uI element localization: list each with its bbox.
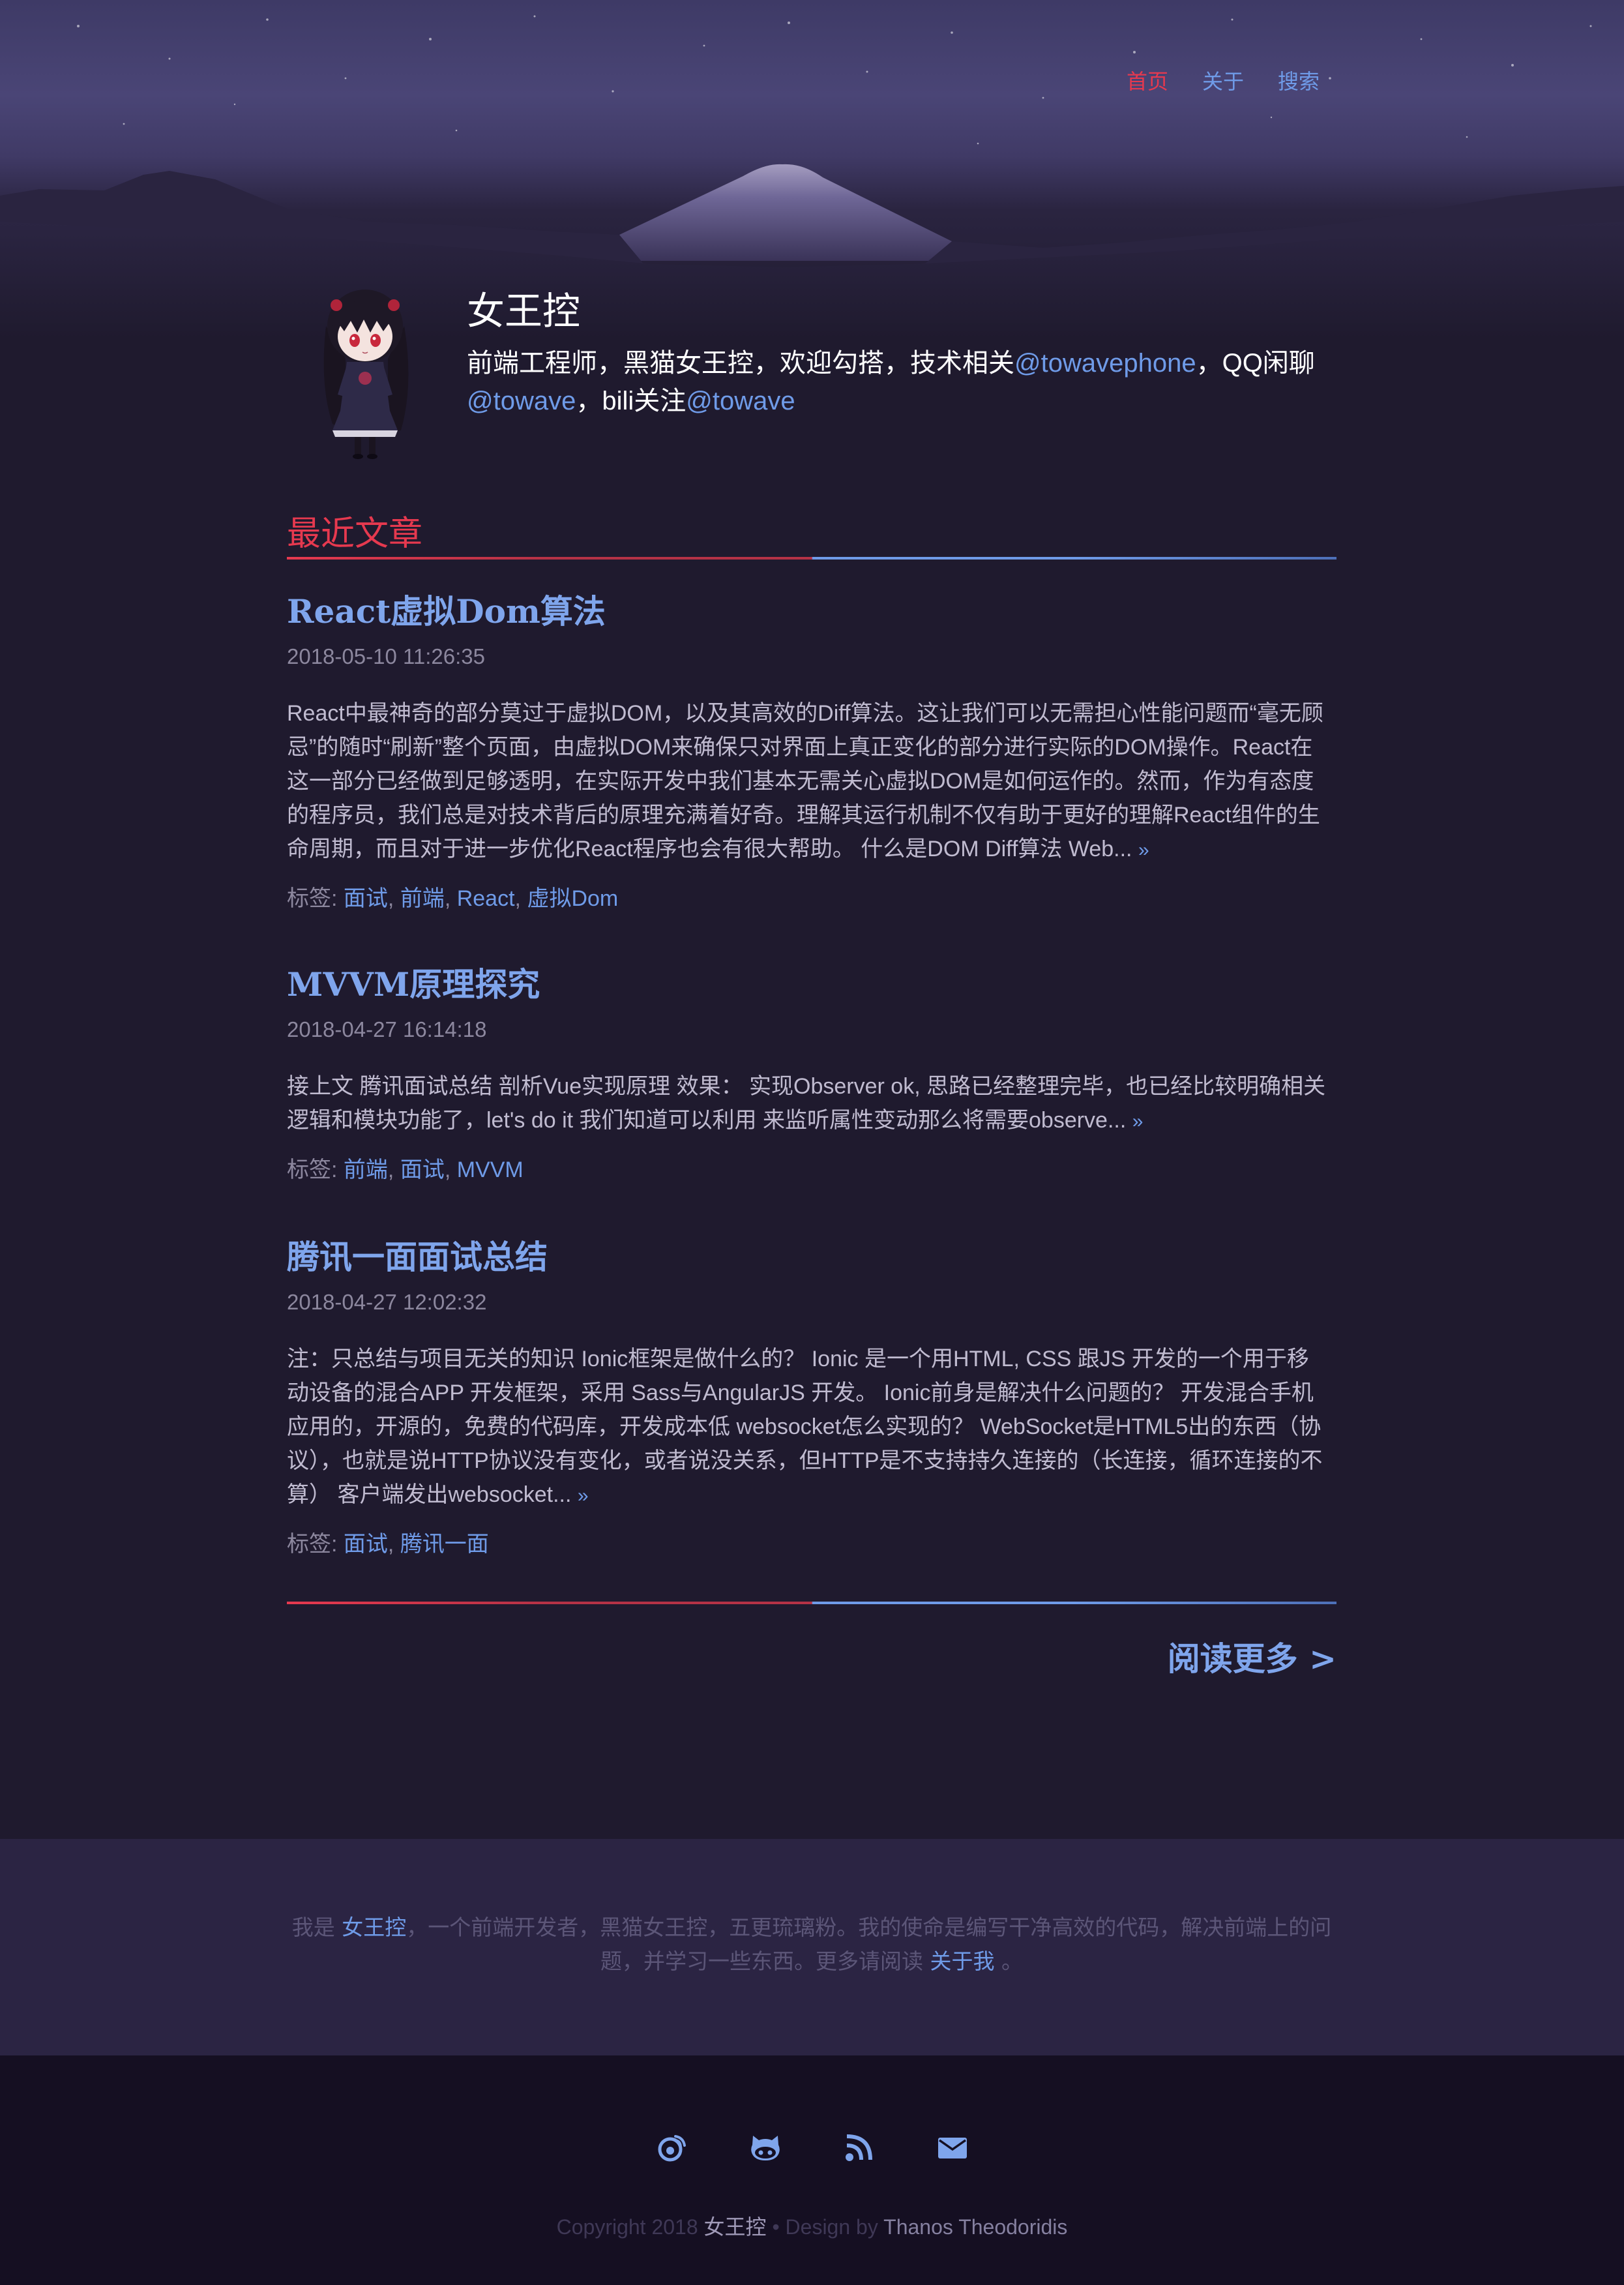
tag-link[interactable]: 面试 bbox=[344, 1532, 388, 1557]
copyright: Copyright 2018 女王控 • Design by Thanos Th… bbox=[0, 2211, 1624, 2241]
section-divider-top bbox=[287, 557, 1336, 560]
post-item: 腾讯一面面试总结 2018-04-27 12:02:32 注：只总结与项目无关的… bbox=[287, 1231, 1330, 1558]
tags-label: 标签: bbox=[287, 1157, 344, 1182]
post-item: React虚拟Dom算法 2018-05-10 11:26:35 React中最… bbox=[287, 586, 1330, 912]
about-footer: 我是 女王控，一个前端开发者，黑猫女王控，五更琉璃粉。我的使命是编写干净高效的代… bbox=[0, 1839, 1624, 2055]
post-title-link[interactable]: 腾讯一面面试总结 bbox=[287, 1231, 1330, 1278]
nav-item-about[interactable]: 关于 bbox=[1202, 65, 1244, 95]
post-title-link[interactable]: React虚拟Dom算法 bbox=[287, 586, 1330, 633]
about-me-link[interactable]: 关于我 bbox=[930, 1949, 995, 1974]
profile-name: 女王控 bbox=[467, 289, 581, 333]
tag-link[interactable]: 腾讯一面 bbox=[400, 1532, 489, 1557]
rss-icon[interactable] bbox=[839, 2128, 878, 2168]
avatar bbox=[323, 290, 409, 459]
read-more-link[interactable]: 阅读更多 > bbox=[1168, 1633, 1336, 1680]
read-post-link[interactable]: » bbox=[1132, 1111, 1144, 1132]
post-item: MVVM原理探究 2018-04-27 16:14:18 接上文 腾讯面试总结 … bbox=[287, 959, 1330, 1184]
top-nav: 首页 关于 搜索 bbox=[1127, 65, 1320, 95]
bottom-footer: Copyright 2018 女王控 • Design by Thanos Th… bbox=[0, 2055, 1624, 2285]
about-body: ，一个前端开发者，黑猫女王控，五更琉璃粉。我的使命是编写干净高效的代码，解决前端… bbox=[406, 1915, 1332, 1974]
about-prefix: 我是 bbox=[291, 1915, 342, 1940]
tag-link[interactable]: 面试 bbox=[400, 1157, 445, 1182]
post-excerpt: 接上文 腾讯面试总结 剖析Vue实现原理 效果： 实现Observer ok, … bbox=[287, 1069, 1330, 1139]
bio-text: ，bili关注 bbox=[576, 387, 687, 415]
post-excerpt-text: React中最神奇的部分莫过于虚拟DOM，以及其高效的Diff算法。这让我们可以… bbox=[287, 701, 1323, 861]
read-post-link[interactable]: » bbox=[578, 1485, 589, 1506]
tag-link[interactable]: 面试 bbox=[344, 886, 388, 911]
bio-link-qq[interactable]: @towave bbox=[467, 387, 576, 415]
tag-link[interactable]: 虚拟Dom bbox=[527, 886, 618, 911]
tag-link[interactable]: 前端 bbox=[344, 1157, 388, 1182]
post-excerpt-text: 接上文 腾讯面试总结 剖析Vue实现原理 效果： 实现Observer ok, … bbox=[287, 1074, 1326, 1133]
tags-label: 标签: bbox=[287, 1532, 344, 1557]
copyright-name-link[interactable]: 女王控 bbox=[704, 2215, 767, 2239]
post-excerpt: React中最神奇的部分莫过于虚拟DOM，以及其高效的Diff算法。这让我们可以… bbox=[287, 696, 1330, 867]
tag-link[interactable]: 前端 bbox=[400, 886, 445, 911]
post-date: 2018-04-27 12:02:32 bbox=[287, 1290, 487, 1314]
bio-link-bili[interactable]: @towave bbox=[686, 387, 795, 415]
tag-link[interactable]: React bbox=[457, 886, 515, 911]
designer-link[interactable]: Thanos Theodoridis bbox=[883, 2215, 1067, 2239]
profile-card: 女王控 前端工程师，黑猫女王控，欢迎勾搭，技术相关@towavephone，QQ… bbox=[287, 274, 1336, 459]
post-title-link[interactable]: MVVM原理探究 bbox=[287, 959, 1330, 1006]
social-icons bbox=[652, 2128, 972, 2168]
post-excerpt-text: 注：只总结与项目无关的知识 Ionic框架是做什么的？ Ionic 是一个用HT… bbox=[287, 1347, 1323, 1507]
about-name-link[interactable]: 女王控 bbox=[342, 1915, 406, 1940]
copyright-prefix: Copyright 2018 bbox=[556, 2215, 704, 2239]
post-tags: 标签: 面试, 前端, React, 虚拟Dom bbox=[287, 886, 619, 911]
post-excerpt: 注：只总结与项目无关的知识 Ionic框架是做什么的？ Ionic 是一个用HT… bbox=[287, 1342, 1330, 1513]
bio-text: ，QQ闲聊 bbox=[1196, 349, 1315, 378]
about-text: 我是 女王控，一个前端开发者，黑猫女王控，五更琉璃粉。我的使命是编写干净高效的代… bbox=[280, 1911, 1343, 1979]
read-post-link[interactable]: » bbox=[1138, 839, 1149, 861]
section-divider-bottom bbox=[287, 1602, 1336, 1604]
about-suffix: 。 bbox=[994, 1949, 1023, 1974]
post-tags: 标签: 前端, 面试, MVVM bbox=[287, 1157, 524, 1182]
copyright-mid: • Design by bbox=[766, 2215, 884, 2239]
mail-icon[interactable] bbox=[933, 2128, 972, 2168]
tags-label: 标签: bbox=[287, 886, 344, 911]
nav-item-home[interactable]: 首页 bbox=[1127, 65, 1168, 95]
post-date: 2018-04-27 16:14:18 bbox=[287, 1017, 487, 1041]
tag-link[interactable]: MVVM bbox=[457, 1157, 524, 1182]
profile-bio: 前端工程师，黑猫女王控，欢迎勾搭，技术相关@towavephone，QQ闲聊 @t… bbox=[467, 344, 1327, 420]
recent-posts-title: 最近文章 bbox=[287, 515, 423, 554]
bio-link-towavephone[interactable]: @towavephone bbox=[1014, 349, 1196, 378]
github-icon[interactable] bbox=[746, 2128, 785, 2168]
weibo-icon[interactable] bbox=[652, 2128, 691, 2168]
post-date: 2018-05-10 11:26:35 bbox=[287, 644, 485, 668]
post-tags: 标签: 面试, 腾讯一面 bbox=[287, 1532, 489, 1557]
bio-text: 前端工程师，黑猫女王控，欢迎勾搭，技术相关 bbox=[467, 349, 1014, 378]
nav-item-search[interactable]: 搜索 bbox=[1278, 65, 1320, 95]
